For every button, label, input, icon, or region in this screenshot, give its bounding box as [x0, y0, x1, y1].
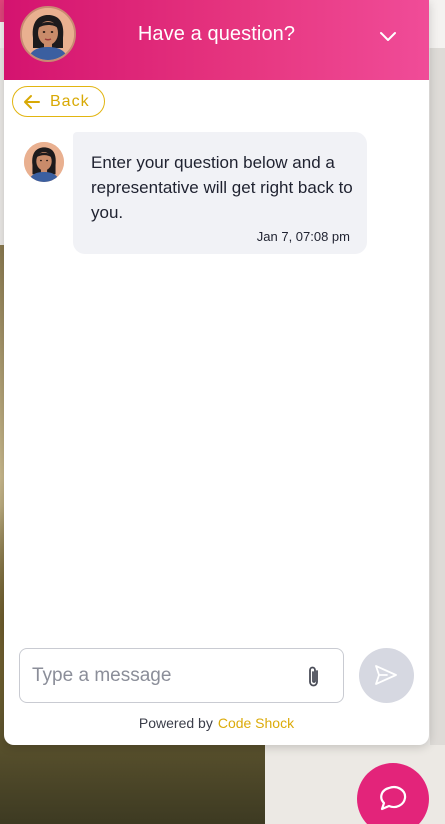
- chat-title: Have a question?: [137, 23, 296, 45]
- back-label: Back: [50, 93, 90, 110]
- message-bubble: Enter your question below and a represen…: [73, 132, 367, 254]
- message-text: Enter your question below and a represen…: [91, 153, 353, 222]
- background-side-panel: [430, 48, 445, 824]
- agent-avatar-icon: [24, 142, 64, 182]
- message-composer: [19, 648, 344, 703]
- brand-link[interactable]: Code Shock: [218, 715, 294, 731]
- arrow-left-icon: [24, 95, 40, 109]
- collapse-button[interactable]: [374, 24, 402, 48]
- chevron-down-icon: [380, 32, 396, 41]
- powered-by-label: Powered by: [138, 715, 213, 731]
- paperclip-icon[interactable]: [304, 664, 324, 690]
- chat-header: Have a question?: [4, 0, 429, 80]
- send-button[interactable]: [359, 648, 414, 703]
- chat-widget: Have a question? Back Enter your questio…: [4, 0, 429, 745]
- message-input[interactable]: [32, 663, 282, 689]
- chat-bubble-icon: [380, 786, 407, 811]
- back-button[interactable]: Back: [12, 86, 105, 117]
- powered-by-footer: Powered by Code Shock: [4, 715, 429, 731]
- message-timestamp: Jan 7, 07:08 pm: [256, 229, 350, 244]
- send-icon: [375, 665, 397, 685]
